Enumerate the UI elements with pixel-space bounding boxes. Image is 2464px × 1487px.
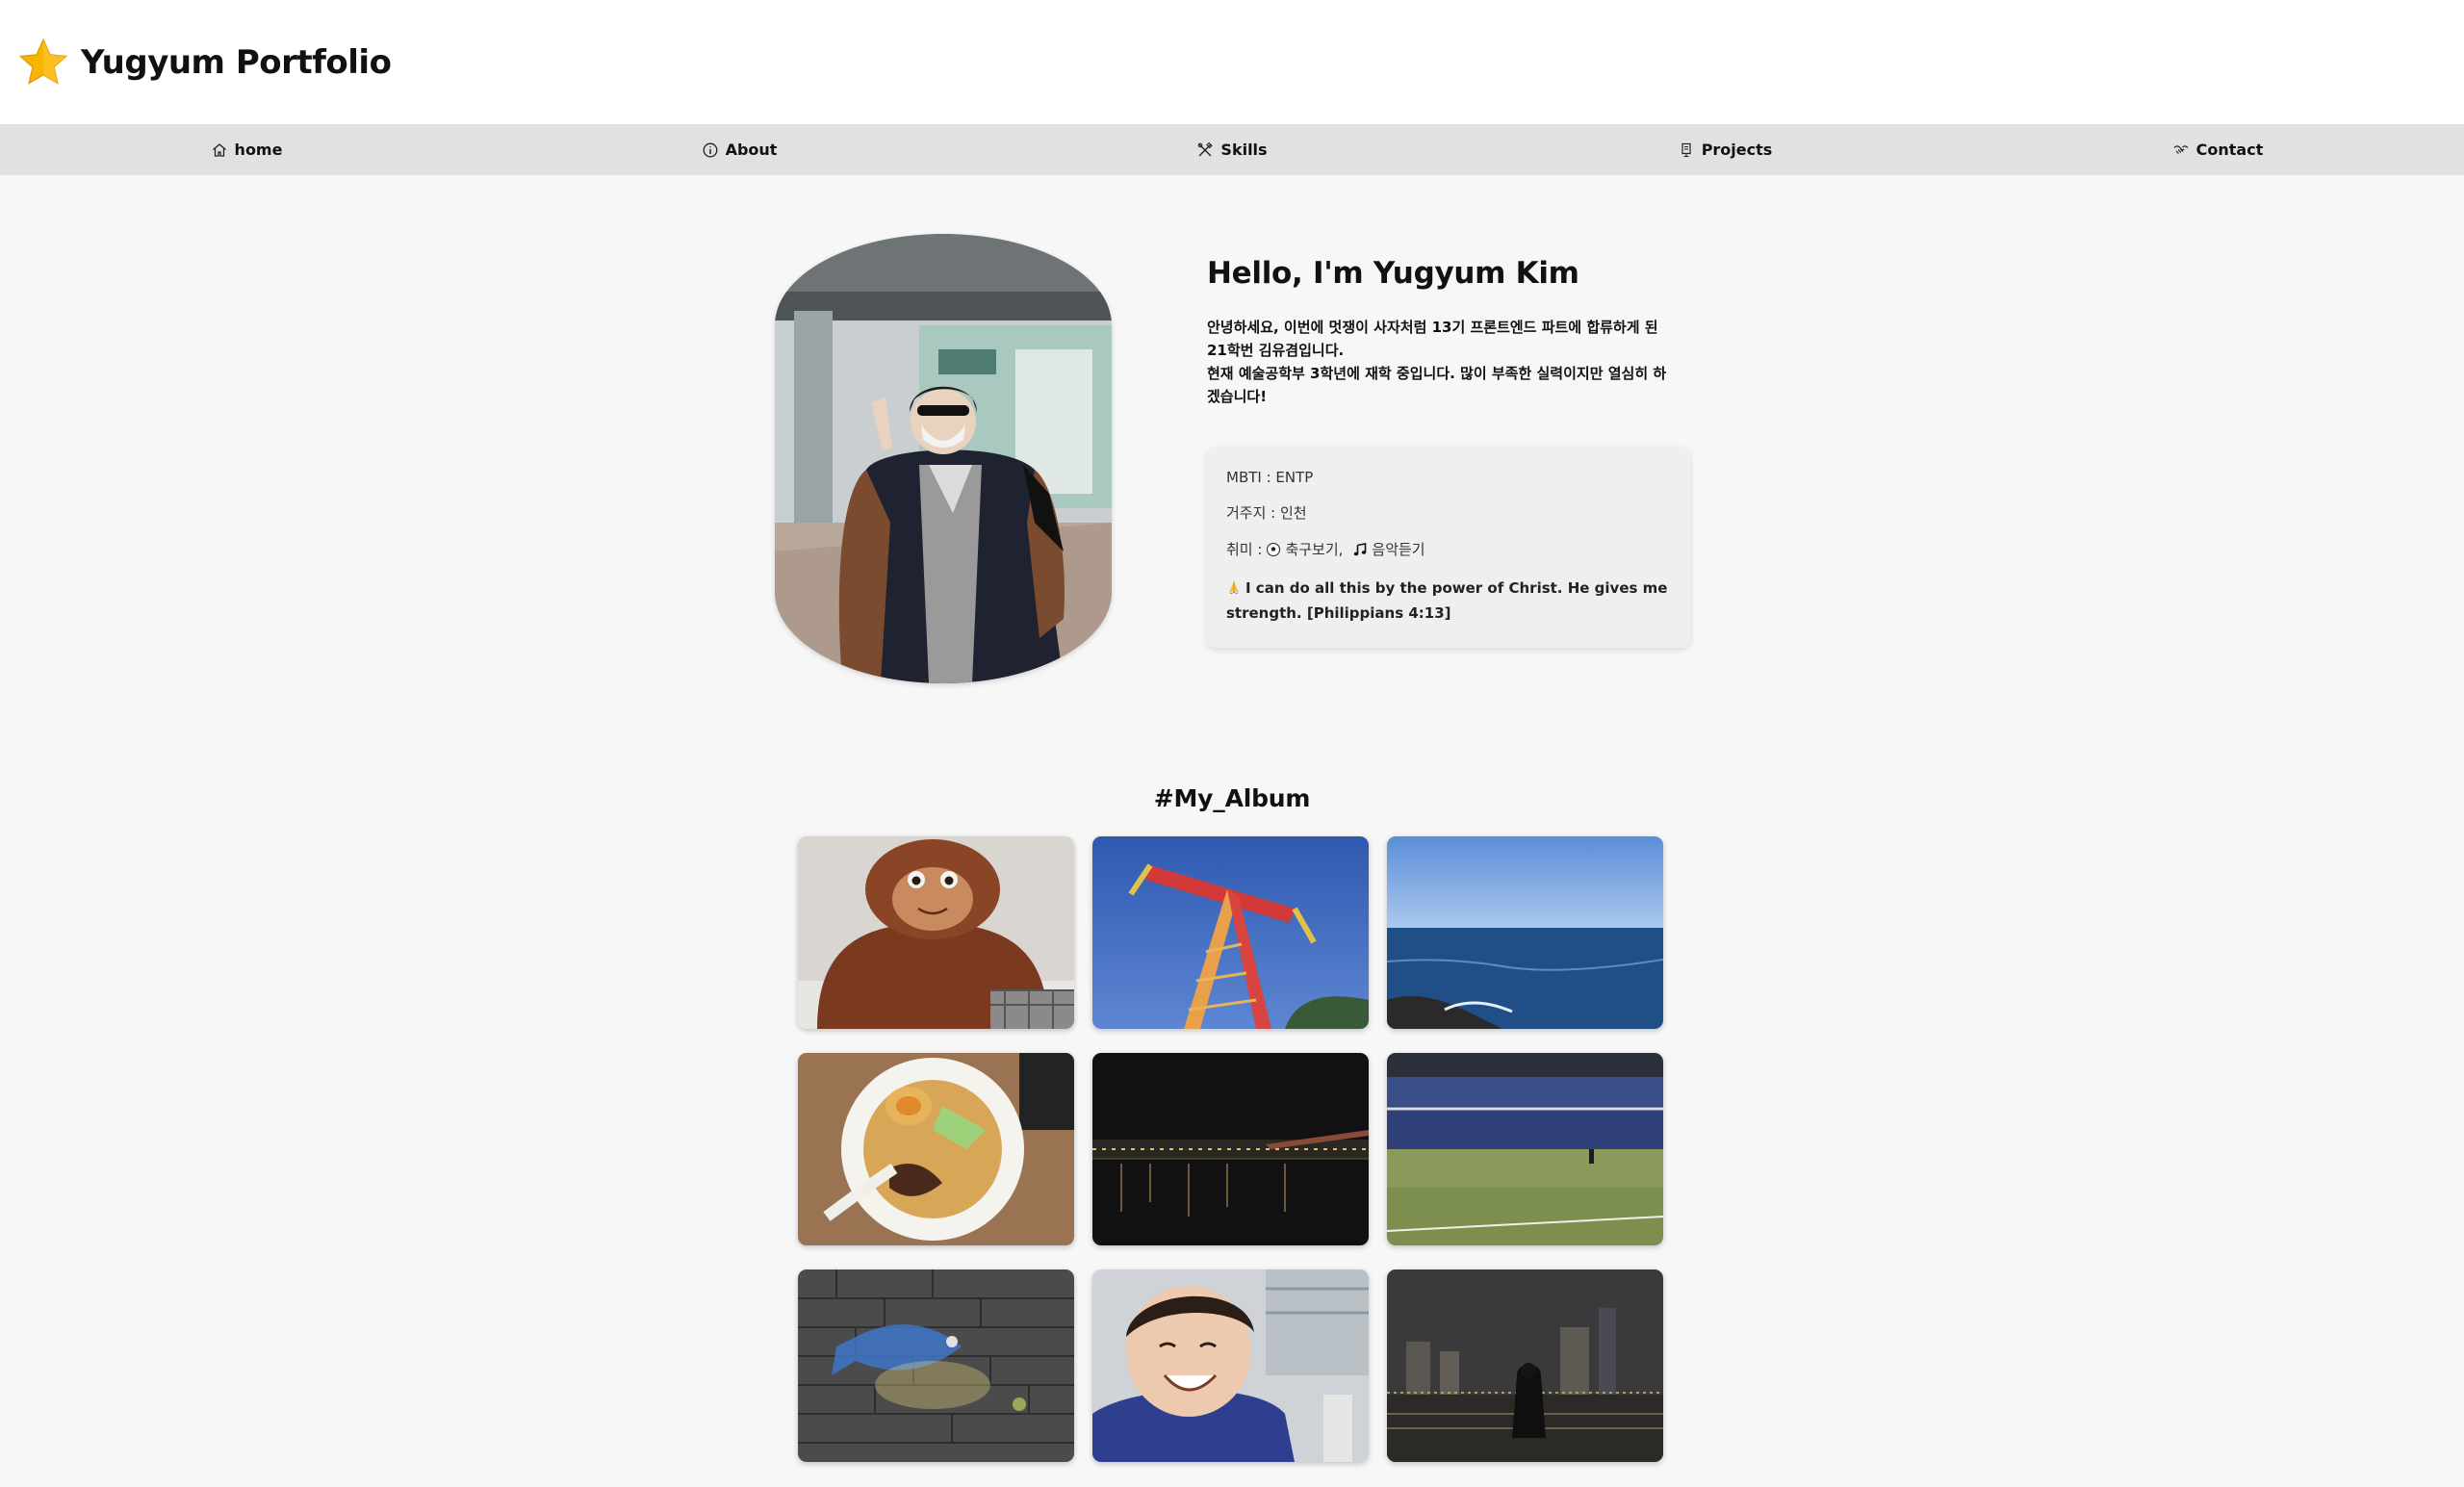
intro-section: Hello, I'm Yugyum Kim 안녕하세요, 이번에 멋쟁이 사자처… [1207, 256, 1688, 408]
sea-view-photo[interactable] [1387, 836, 1663, 1029]
info-icon [702, 141, 719, 159]
pavement-chalk-fish-photo[interactable] [798, 1269, 1074, 1462]
hobby-1: 축구보기, [1285, 541, 1344, 558]
intro-line: 현재 예술공학부 3학년에 재학 중입니다. 많이 부족한 실력이지만 열심히 … [1207, 365, 1667, 382]
hobby-line: 취미 : 축구보기, 음악듣기 [1226, 539, 1671, 559]
soccer-ball-icon [1266, 542, 1281, 557]
ramen-bowl-photo[interactable] [798, 1053, 1074, 1245]
amusement-ride-photo[interactable] [1092, 836, 1369, 1029]
nav-label: Skills [1220, 141, 1268, 159]
intro-heading: Hello, I'm Yugyum Kim [1207, 256, 1579, 291]
intro-line: 겠습니다! [1207, 388, 1268, 405]
star-icon [17, 37, 69, 89]
nav-item-about[interactable]: About [493, 124, 986, 175]
residence-line: 거주지 : 인천 [1226, 504, 1307, 522]
profile-photo [775, 234, 1112, 683]
nav-item-projects[interactable]: Projects [1478, 124, 1971, 175]
site-logo[interactable]: Yugyum Portfolio [17, 37, 392, 89]
music-note-icon [1352, 542, 1368, 557]
album-title: #My_Album [1153, 784, 1311, 812]
nav-label: home [234, 141, 283, 159]
orangutan-plush-photo[interactable] [798, 836, 1074, 1029]
info-card: MBTI : ENTP 거주지 : 인천 취미 : 축구보기, 음악듣기 I c… [1207, 448, 1690, 648]
city-night-person-photo[interactable] [1387, 1269, 1663, 1462]
site-header: Yugyum Portfolio [0, 0, 2464, 124]
project-icon [1678, 141, 1695, 159]
nav-item-home[interactable]: home [0, 124, 493, 175]
mbti-line: MBTI : ENTP [1226, 469, 1314, 486]
album-grid [798, 836, 1663, 1462]
nav-item-skills[interactable]: Skills [986, 124, 1478, 175]
main-nav: home About Skills Projects Contact [0, 124, 2464, 175]
hobby-2: 음악듣기 [1372, 541, 1425, 558]
river-night-photo[interactable] [1092, 1053, 1369, 1245]
nav-item-contact[interactable]: Contact [1971, 124, 2464, 175]
stadium-photo[interactable] [1387, 1053, 1663, 1245]
praying-hands-icon [1226, 579, 1242, 595]
verse-line: I can do all this by the power of Christ… [1226, 576, 1671, 626]
intro-line: 21학번 김유겸입니다. [1207, 342, 1345, 359]
intro-text: 안녕하세요, 이번에 멋쟁이 사자처럼 13기 프론트엔드 파트에 합류하게 된… [1207, 316, 1688, 408]
nav-label: Contact [2195, 141, 2264, 159]
tools-icon [1196, 141, 1214, 159]
smiling-child-photo[interactable] [1092, 1269, 1369, 1462]
verse-text: I can do all this by the power of Christ… [1226, 579, 1668, 622]
intro-line: 안녕하세요, 이번에 멋쟁이 사자처럼 13기 프론트엔드 파트에 합류하게 된 [1207, 319, 1658, 336]
site-title: Yugyum Portfolio [81, 42, 392, 82]
nav-label: About [725, 141, 778, 159]
hobby-label: 취미 : [1226, 541, 1263, 558]
nav-label: Projects [1701, 141, 1773, 159]
contact-icon [2172, 141, 2190, 159]
home-icon [211, 141, 228, 159]
